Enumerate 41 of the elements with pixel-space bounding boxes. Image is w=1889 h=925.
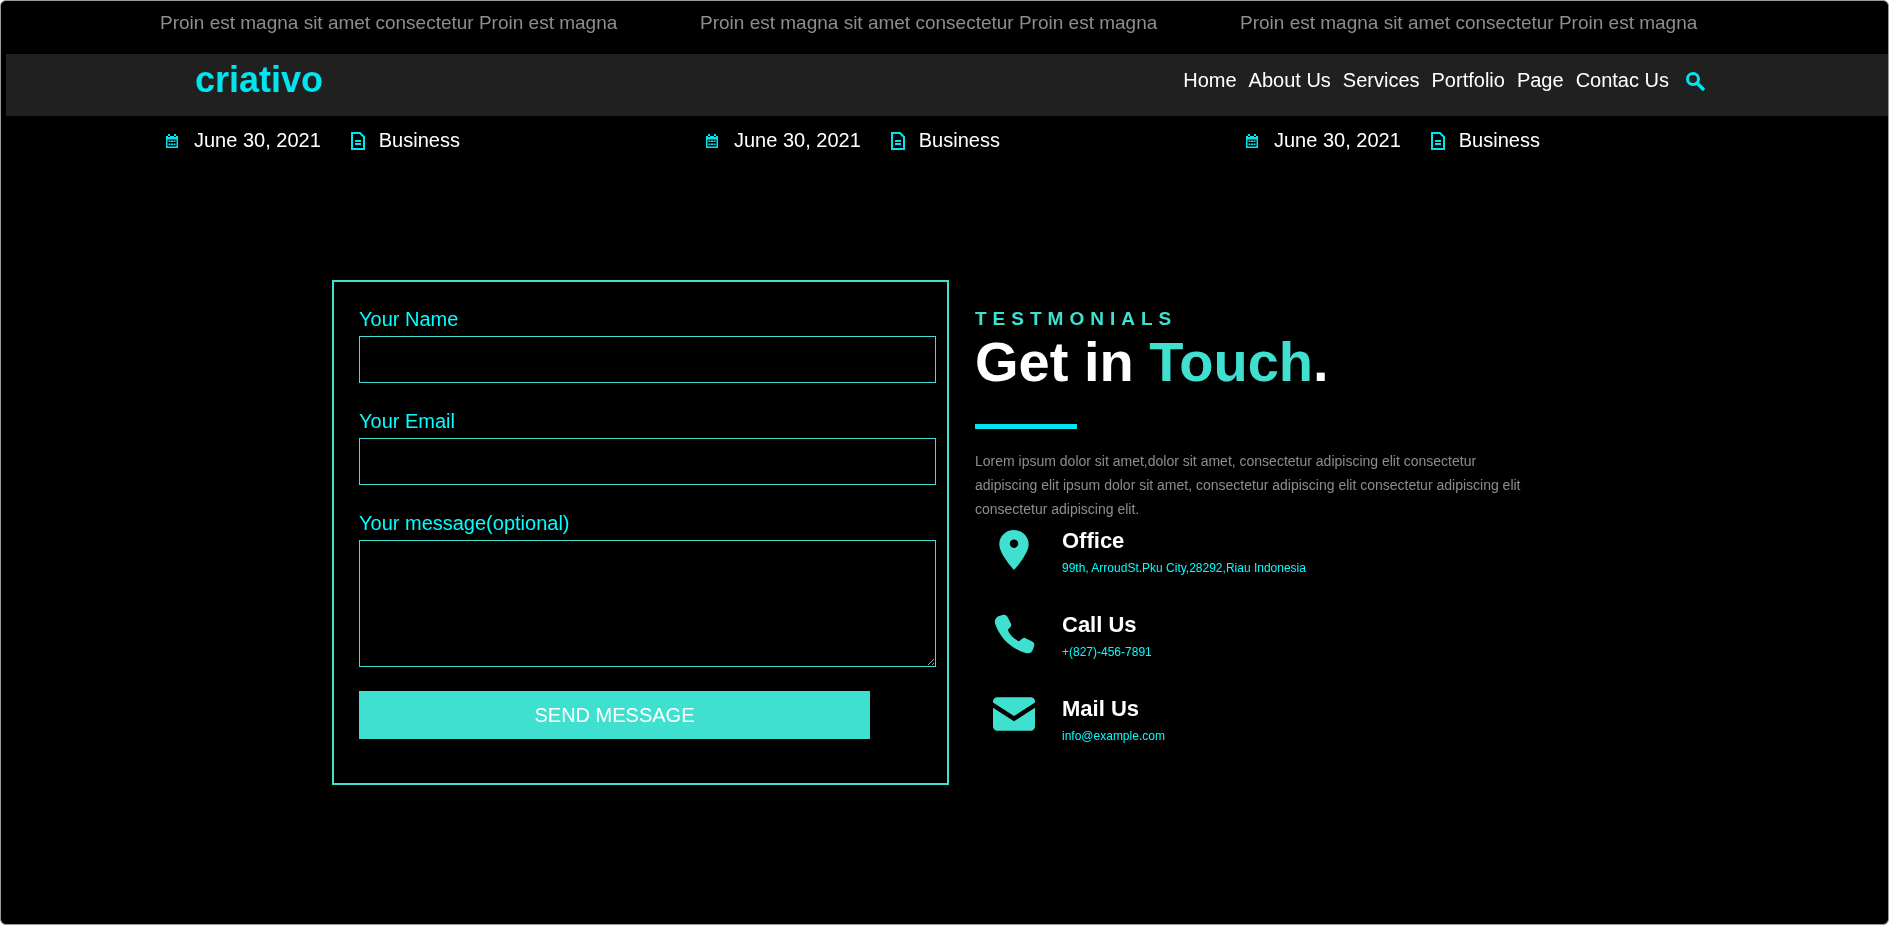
field-label: Your Name <box>359 307 459 331</box>
contact-detail: +(827)-456-7891 <box>1062 644 1152 661</box>
input-field[interactable] <box>359 438 936 485</box>
message-field[interactable] <box>359 540 936 667</box>
envelope-icon <box>993 697 1035 731</box>
contact-title: Mail Us <box>1062 695 1141 723</box>
contact-detail: 99th, ArroudSt.Pku City,28292,Riau Indonesia <box>1062 560 1306 577</box>
nav-link[interactable]: Home <box>1183 69 1237 92</box>
contact-title: Call Us <box>1062 611 1138 639</box>
post-category: Business <box>378 129 460 152</box>
calendar-icon <box>164 132 180 149</box>
phone-icon <box>993 613 1035 655</box>
location-pin-icon <box>998 529 1030 571</box>
post-date: June 30, 2021 <box>194 129 321 152</box>
contact-detail: info@example.com <box>1062 728 1165 745</box>
post-category: Business <box>918 129 1000 152</box>
post-date: June 30, 2021 <box>1274 129 1401 152</box>
document-icon <box>1430 131 1445 150</box>
nav-link[interactable]: About Us <box>1248 69 1331 92</box>
section-text: Lorem ipsum dolor sit amet,dolor sit amet, consectetur adipiscing elit consectetur adipiscing elit ipsum dolor sit amet, consectetur adipiscing elit consectetur adipiscing elit consectetur adipiscing elit. <box>975 452 1522 519</box>
nav-link[interactable]: Services <box>1342 69 1420 92</box>
document-icon <box>890 131 905 150</box>
document-icon <box>350 131 365 150</box>
nav-link[interactable]: Page <box>1516 69 1564 92</box>
contact-title: Office <box>1062 527 1126 555</box>
field-label: Your message(optional) <box>359 511 570 535</box>
field-label: Your Email <box>359 409 455 433</box>
search-icon[interactable] <box>1685 70 1705 91</box>
section-eyebrow: TESTMONIALS <box>975 308 1179 330</box>
section-title: Get in Touch. <box>975 330 1330 394</box>
nav-link[interactable]: Portfolio <box>1431 69 1505 92</box>
nav-link[interactable]: Contac Us <box>1575 69 1669 92</box>
post-date: June 30, 2021 <box>734 129 861 152</box>
input-field[interactable] <box>359 336 936 383</box>
calendar-icon <box>1244 132 1260 149</box>
post-excerpt: Proin est magna sit amet consectetur Proin est magna <box>700 11 1159 35</box>
post-category: Business <box>1458 129 1540 152</box>
logo[interactable]: criativo <box>195 59 324 101</box>
post-excerpt: Proin est magna sit amet consectetur Proin est magna <box>160 11 619 35</box>
post-excerpt: Proin est magna sit amet consectetur Proin est magna <box>1240 11 1699 35</box>
calendar-icon <box>704 132 720 149</box>
